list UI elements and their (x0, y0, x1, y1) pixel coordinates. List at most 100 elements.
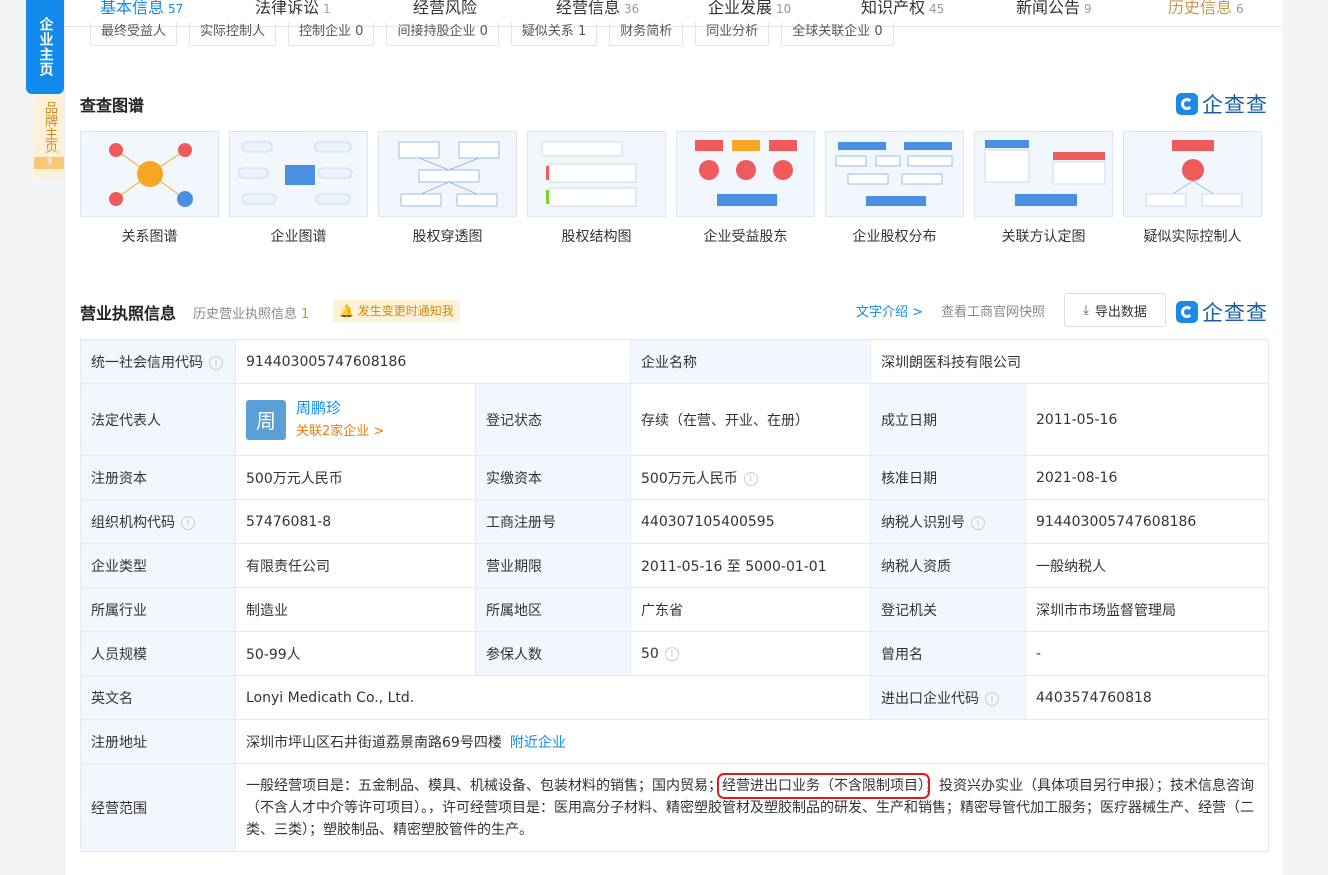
official-snapshot-link[interactable]: 查看工商官网快照 (941, 301, 1045, 320)
insured-text: 50 (641, 645, 659, 662)
side-tab-brand-home[interactable]: 品牌主页 3 (34, 96, 64, 178)
info-hint-icon[interactable]: i (209, 355, 223, 370)
graph-card-relation[interactable]: 关系图谱 (80, 131, 219, 246)
graph-card-equity-structure[interactable]: 股权结构图 (527, 131, 666, 246)
address-key: 注册地址 (80, 719, 236, 764)
license-history-link[interactable]: 历史营业执照信息 1 (193, 303, 309, 322)
side-tab-company-home[interactable]: 企业主页 (26, 0, 64, 94)
export-data-button[interactable]: ⤓ 导出数据 (1064, 293, 1166, 327)
graph-card-label: 疑似实际控制人 (1143, 229, 1242, 245)
chip-controlled[interactable]: 控制企业 0 (288, 22, 375, 46)
chip-finance[interactable]: 财务简析 (609, 22, 684, 46)
tab-ip[interactable]: 知识产权 45 (861, 0, 944, 18)
related-party-thumbnail-icon (974, 131, 1113, 217)
company-type-value: 有限责任公司 (235, 543, 476, 588)
info-hint-icon[interactable]: i (181, 515, 195, 530)
tab-label: 企业发展 (708, 0, 773, 17)
graph-card-label: 股权结构图 (561, 229, 632, 245)
download-icon: ⤓ (1083, 302, 1089, 318)
tab-business[interactable]: 经营信息 36 (556, 0, 639, 18)
tab-count: 9 (1084, 2, 1092, 16)
found-date-key: 成立日期 (870, 383, 1026, 456)
graph-card-beneficiary[interactable]: 企业受益股东 (676, 131, 815, 246)
company-name-key: 企业名称 (630, 339, 871, 384)
graph-card-actual-controller[interactable]: 疑似实际控制人 (1123, 131, 1262, 246)
biz-reg-no-value: 440307105400595 (630, 499, 871, 544)
legal-rep-name-link[interactable]: 周鹏珍 (296, 396, 384, 420)
region-value: 广东省 (630, 587, 871, 632)
enterprise-graph-thumbnail-icon (229, 131, 368, 217)
reg-authority-value: 深圳市市场监督管理局 (1025, 587, 1269, 632)
ie-code-value: 4403574760818 (1025, 675, 1269, 720)
chip-controller[interactable]: 实际控制人 (189, 22, 277, 46)
info-hint-icon[interactable]: i (971, 515, 985, 530)
graph-card-related-party[interactable]: 关联方认定图 (974, 131, 1113, 246)
tab-history[interactable]: 历史信息 6 (1168, 0, 1244, 18)
former-name-value: - (1025, 631, 1269, 676)
former-name-key: 曾用名 (870, 631, 1026, 676)
legal-rep-key: 法定代表人 (80, 383, 236, 456)
taxpayer-id-value: 914403005747608186 (1025, 499, 1269, 544)
main-panel: 基本信息 57 法律诉讼 1 经营风险 经营信息 36 企业发展 10 知识产权 45 新… (66, 0, 1282, 875)
graph-card-label: 股权穿透图 (412, 229, 483, 245)
license-history-count: 1 (301, 307, 310, 322)
chip-global[interactable]: 全球关联企业 0 (781, 22, 894, 46)
industry-value: 制造业 (235, 587, 476, 632)
taxpayer-id-key: 纳税人识别号 i (870, 499, 1026, 544)
approve-date-value: 2021-08-16 (1025, 455, 1269, 500)
chip-indirect[interactable]: 间接持股企业 0 (386, 22, 499, 46)
ie-code-key: 进出口企业代码 i (870, 675, 1026, 720)
insured-key: 参保人数 (475, 631, 631, 676)
actual-controller-thumbnail-icon (1123, 131, 1262, 217)
paid-capital-text: 500万元人民币 (641, 470, 738, 487)
side-tab-company-home-label: 企业主页 (37, 17, 54, 77)
side-tab-brand-home-label: 品牌主页 (42, 101, 57, 153)
change-notify-label: 发生变更时通知我 (357, 304, 454, 318)
nearby-companies-link[interactable]: 附近企业 (510, 735, 566, 751)
graph-card-equity-distribution[interactable]: 企业股权分布 (825, 131, 964, 246)
qcc-logo-icon (1176, 93, 1198, 115)
tab-count: 6 (1236, 2, 1244, 16)
tab-basic-info[interactable]: 基本信息 57 (100, 0, 183, 18)
chip-peer[interactable]: 同业分析 (695, 22, 770, 46)
bell-icon: 🔔 (339, 304, 354, 318)
taxpayer-qual-key: 纳税人资质 (870, 543, 1026, 588)
tab-risk[interactable]: 经营风险 (413, 0, 481, 18)
tab-label: 基本信息 (100, 0, 165, 17)
relation-graph-thumbnail-icon (80, 131, 219, 217)
scope-value: 一般经营项目是：五金制品、模具、机械设备、包装材料的销售；国内贸易；经营进出口业… (235, 763, 1269, 852)
reg-capital-value: 500万元人民币 (235, 455, 476, 500)
graph-card-label: 关联方认定图 (1001, 229, 1086, 245)
industry-key: 所属行业 (80, 587, 236, 632)
graph-card-enterprise[interactable]: 企业图谱 (229, 131, 368, 246)
org-code-value: 57476081-8 (235, 499, 476, 544)
change-notify-button[interactable]: 🔔 发生变更时通知我 (333, 300, 460, 322)
scope-key: 经营范围 (80, 763, 236, 852)
org-code-key: 组织机构代码 i (80, 499, 236, 544)
credit-code-key-text: 统一社会信用代码 (91, 354, 203, 371)
graph-card-label: 企业图谱 (270, 229, 327, 245)
tab-count: 57 (168, 2, 184, 16)
tab-news[interactable]: 新闻公告 9 (1016, 0, 1092, 18)
graph-card-label: 关系图谱 (121, 229, 178, 245)
qcc-logo-text: 企查查 (1202, 93, 1268, 117)
graph-card-equity-penetration[interactable]: 股权穿透图 (378, 131, 517, 246)
info-hint-icon[interactable]: i (664, 646, 679, 661)
paid-capital-key: 实缴资本 (475, 455, 631, 500)
approve-date-key: 核准日期 (870, 455, 1026, 500)
tab-development[interactable]: 企业发展 10 (708, 0, 791, 18)
tab-count: 36 (624, 2, 640, 16)
ie-code-key-text: 进出口企业代码 (881, 690, 979, 707)
info-hint-icon[interactable]: i (743, 471, 758, 486)
legal-rep-related-link[interactable]: 关联2家企业 > (296, 420, 384, 444)
text-intro-link[interactable]: 文字介绍 > (856, 301, 923, 320)
tab-label: 知识产权 (861, 0, 926, 17)
info-hint-icon[interactable]: i (985, 691, 999, 706)
export-data-label: 导出数据 (1094, 304, 1147, 320)
legal-rep-value: 周 周鹏珍 关联2家企业 > (235, 383, 476, 456)
scope-text-part1: 一般经营项目是：五金制品、模具、机械设备、包装材料的销售；国内贸易； (246, 777, 722, 794)
graph-section-title: 查查图谱 (80, 96, 145, 115)
chip-suspected[interactable]: 疑似关系 1 (510, 22, 598, 46)
chip-beneficiary[interactable]: 最终受益人 (90, 22, 178, 46)
tab-legal[interactable]: 法律诉讼 1 (255, 0, 331, 18)
